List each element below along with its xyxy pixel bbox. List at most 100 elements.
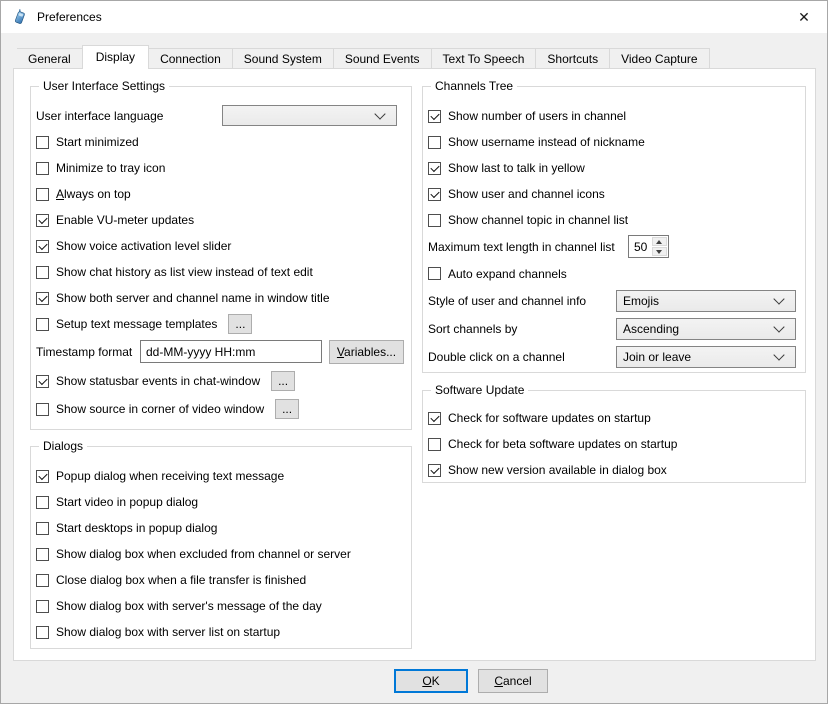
checkbox[interactable]: [36, 496, 49, 509]
max-text-length-row: Maximum text length in channel list 50: [428, 233, 797, 260]
checkbox-row[interactable]: Always on top: [36, 181, 403, 207]
tab[interactable]: Sound Events: [334, 48, 432, 69]
checkbox-row[interactable]: Show number of users in channel: [428, 103, 797, 129]
checkbox-row[interactable]: Show new version available in dialog box: [428, 457, 797, 483]
checkbox[interactable]: [428, 110, 441, 123]
cancel-button[interactable]: Cancel: [478, 669, 548, 693]
checkbox-row[interactable]: Start minimized: [36, 129, 403, 155]
chevron-down-icon: [773, 321, 784, 332]
checkbox-label: Show new version available in dialog box: [448, 463, 667, 477]
checkbox-row[interactable]: Show username instead of nickname: [428, 129, 797, 155]
checkbox-row[interactable]: Show voice activation level slider: [36, 233, 403, 259]
tab-label: Text To Speech: [443, 52, 525, 66]
group-channels-tree: Channels Tree Show number of users in ch…: [422, 86, 806, 373]
combo-row: Sort channels by Ascending: [428, 315, 797, 343]
tab[interactable]: Connection: [149, 48, 233, 69]
checkbox-row[interactable]: Show dialog box with server list on star…: [36, 619, 403, 645]
checkbox-label: Show both server and channel name in win…: [56, 291, 330, 305]
checkbox-row[interactable]: Show dialog box when excluded from chann…: [36, 541, 403, 567]
checkbox[interactable]: [36, 214, 49, 227]
checkbox-row[interactable]: Show channel topic in channel list: [428, 207, 797, 233]
spinner-up-icon[interactable]: [652, 237, 667, 246]
checkbox[interactable]: [36, 375, 49, 388]
checkbox-label: Show last to talk in yellow: [448, 161, 585, 175]
checkbox-row[interactable]: Show statusbar events in chat-window ...: [36, 367, 403, 395]
checkbox[interactable]: [428, 162, 441, 175]
language-row: User interface language: [36, 103, 403, 129]
checkbox-row[interactable]: Start desktops in popup dialog: [36, 515, 403, 541]
chevron-down-icon: [374, 108, 385, 119]
checkbox-row[interactable]: Minimize to tray icon: [36, 155, 403, 181]
timestamp-format-input[interactable]: [140, 340, 322, 363]
checkbox[interactable]: [428, 214, 441, 227]
group-title: Software Update: [431, 383, 528, 398]
checkbox-label: Show username instead of nickname: [448, 135, 645, 149]
checkbox[interactable]: [428, 412, 441, 425]
checkbox[interactable]: [428, 267, 441, 280]
timestamp-row: Timestamp format Variables...: [36, 337, 403, 367]
ellipsis-button[interactable]: ...: [275, 399, 299, 419]
checkbox-row[interactable]: Show last to talk in yellow: [428, 155, 797, 181]
checkbox-row[interactable]: Show chat history as list view instead o…: [36, 259, 403, 285]
checkbox-row[interactable]: Popup dialog when receiving text message: [36, 463, 403, 489]
checkbox-row[interactable]: Check for software updates on startup: [428, 405, 797, 431]
checkbox-row[interactable]: Show dialog box with server's message of…: [36, 593, 403, 619]
tab-label: Sound System: [244, 52, 322, 66]
spinner-down-icon[interactable]: [652, 247, 667, 256]
checkbox-row[interactable]: Enable VU-meter updates: [36, 207, 403, 233]
tab[interactable]: Sound System: [233, 48, 334, 69]
checkbox-row[interactable]: Setup text message templates ...: [36, 311, 403, 337]
display-tab-panel: User Interface Settings User interface l…: [13, 68, 816, 661]
ellipsis-button[interactable]: ...: [271, 371, 295, 391]
checkbox[interactable]: [36, 600, 49, 613]
checkbox[interactable]: [36, 403, 49, 416]
combo-select[interactable]: Ascending: [616, 318, 796, 340]
ui-checkbox-list-2: Show statusbar events in chat-window ...…: [36, 367, 403, 423]
checkbox[interactable]: [36, 188, 49, 201]
checkbox[interactable]: [428, 136, 441, 149]
checkbox-row[interactable]: Close dialog box when a file transfer is…: [36, 567, 403, 593]
close-icon[interactable]: ✕: [781, 1, 827, 33]
tab[interactable]: General: [17, 48, 83, 69]
checkbox[interactable]: [36, 522, 49, 535]
checkbox-label: Minimize to tray icon: [56, 161, 165, 175]
checkbox[interactable]: [36, 318, 49, 331]
checkbox[interactable]: [36, 626, 49, 639]
checkbox[interactable]: [36, 292, 49, 305]
checkbox[interactable]: [36, 136, 49, 149]
software-checkbox-list: Check for software updates on startup Ch…: [428, 405, 797, 483]
combo-select[interactable]: Emojis: [616, 290, 796, 312]
checkbox[interactable]: [36, 574, 49, 587]
checkbox-row[interactable]: Check for beta software updates on start…: [428, 431, 797, 457]
checkbox[interactable]: [36, 548, 49, 561]
checkbox-row[interactable]: Show both server and channel name in win…: [36, 285, 403, 311]
checkbox-row[interactable]: Show user and channel icons: [428, 181, 797, 207]
checkbox-row[interactable]: Start video in popup dialog: [36, 489, 403, 515]
variables-button[interactable]: Variables...: [329, 340, 404, 364]
tab[interactable]: Shortcuts: [536, 48, 610, 69]
combo-select[interactable]: Join or leave: [616, 346, 796, 368]
timestamp-label: Timestamp format: [36, 345, 132, 359]
chevron-down-icon: [773, 349, 784, 360]
tab[interactable]: Display: [82, 45, 149, 69]
checkbox[interactable]: [36, 470, 49, 483]
tab[interactable]: Video Capture: [610, 48, 710, 69]
group-dialogs: Dialogs Popup dialog when receiving text…: [30, 446, 412, 649]
checkbox[interactable]: [36, 162, 49, 175]
combo-row: Style of user and channel info Emojis: [428, 287, 797, 315]
tab-label: Connection: [160, 52, 221, 66]
checkbox-row[interactable]: Auto expand channels: [428, 260, 797, 287]
checkbox[interactable]: [36, 240, 49, 253]
checkbox[interactable]: [428, 188, 441, 201]
checkbox[interactable]: [428, 464, 441, 477]
language-select[interactable]: [222, 105, 397, 126]
ellipsis-button[interactable]: ...: [228, 314, 252, 334]
max-text-length-spinner[interactable]: 50: [628, 235, 669, 258]
combo-label: Double click on a channel: [428, 350, 565, 364]
checkbox[interactable]: [36, 266, 49, 279]
ok-button[interactable]: OK: [394, 669, 468, 693]
checkbox[interactable]: [428, 438, 441, 451]
tab[interactable]: Text To Speech: [432, 48, 537, 69]
checkbox-row[interactable]: Show source in corner of video window ..…: [36, 395, 403, 423]
checkbox-label: Always on top: [56, 187, 131, 201]
